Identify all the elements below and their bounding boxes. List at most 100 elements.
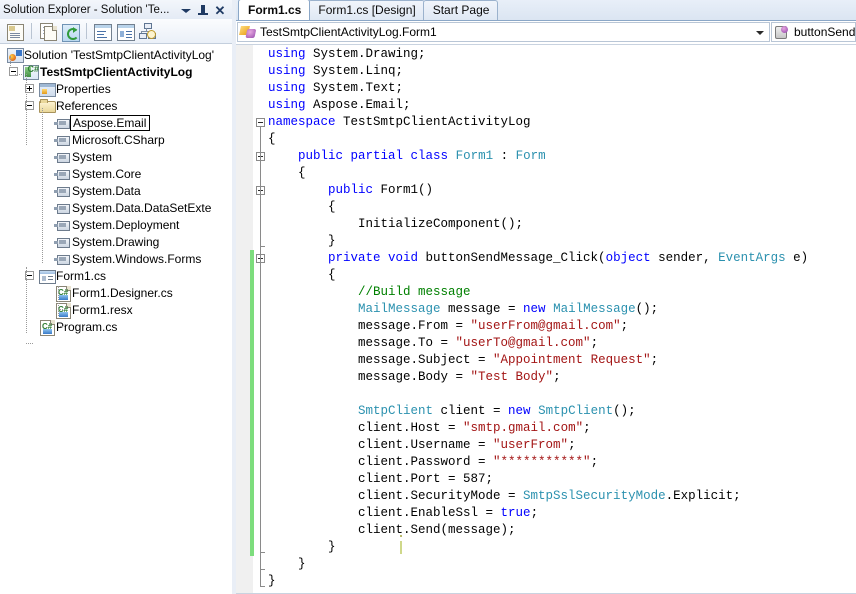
caret-artifact — [400, 535, 402, 537]
solution-explorer-titlebar: Solution Explorer - Solution 'Te... ✕ — [0, 0, 232, 19]
tree-item-label: Solution 'TestSmtpClientActivityLog' — [24, 47, 215, 62]
tree-item[interactable]: System.Core — [0, 165, 232, 182]
object-browser-button[interactable] — [137, 21, 159, 42]
code-token: client.Port = 587; — [268, 472, 494, 486]
toolbar-separator — [86, 23, 87, 39]
tree-item-label: System.Core — [72, 166, 142, 181]
view-code-icon — [94, 23, 112, 41]
tree-item[interactable]: System.Windows.Forms — [0, 250, 232, 267]
tree-item-label: System.Deployment — [72, 217, 180, 232]
code-line: using System.Drawing; — [268, 46, 856, 63]
code-token: new — [523, 302, 546, 316]
tree-item[interactable]: C# TestSmtpClientActivityLog — [0, 63, 232, 80]
view-code-button[interactable] — [91, 21, 113, 42]
chevron-down-icon[interactable] — [756, 31, 764, 35]
code-token: System.Text; — [305, 81, 404, 95]
editor-tab[interactable]: Form1.cs — [238, 0, 311, 20]
code-line: SmtpClient client = new SmtpClient(); — [268, 403, 856, 420]
tree-item[interactable]: Properties — [0, 80, 232, 97]
member-dropdown[interactable]: buttonSendMe — [771, 22, 856, 42]
code-token: EventArgs — [718, 251, 786, 265]
code-line: } — [268, 556, 856, 573]
editor-tab[interactable]: Form1.cs [Design] — [308, 0, 425, 20]
close-icon[interactable]: ✕ — [214, 4, 226, 17]
code-token: ; — [553, 370, 561, 384]
tree-connector — [26, 343, 33, 345]
refresh-button[interactable] — [59, 21, 81, 42]
tree-item-label: System.Data — [72, 183, 141, 198]
code-token: client.SecurityMode = — [268, 489, 524, 503]
code-token: ; — [530, 506, 539, 520]
tree-item[interactable]: System.Data — [0, 182, 232, 199]
tree-item[interactable]: System.Drawing — [0, 233, 232, 250]
tree-item[interactable]: C# Program.cs — [0, 318, 232, 336]
code-text-surface[interactable]: using System.Drawing; using System.Linq; u… — [268, 45, 856, 594]
code-line: client.Port = 587; — [268, 471, 856, 488]
outlining-margin[interactable] — [254, 45, 268, 594]
tree-item[interactable]: Solution 'TestSmtpClientActivityLog' — [0, 46, 232, 63]
tree-item-label: Aspose.Email — [70, 114, 151, 131]
code-token: } — [268, 557, 306, 571]
pin-icon[interactable] — [197, 4, 209, 17]
csharp-file-icon: C# — [54, 285, 72, 302]
region-guide-line — [260, 195, 261, 246]
code-token: ; — [568, 438, 576, 452]
code-line: using System.Linq; — [268, 63, 856, 80]
code-token: (); — [613, 404, 636, 418]
code-token: ; — [590, 455, 599, 469]
caret-down-icon[interactable] — [180, 4, 192, 17]
references-folder-icon — [38, 98, 56, 114]
code-token: "userFrom" — [493, 438, 569, 452]
code-token: } — [268, 540, 336, 554]
code-line: client.Send(message); — [268, 522, 856, 539]
code-token: SmtpSslSecurityMode — [523, 489, 666, 503]
tree-item[interactable]: C# Form1.Designer.cs — [0, 284, 232, 302]
solution-tree[interactable]: Solution 'TestSmtpClientActivityLog' C# Te… — [0, 44, 232, 594]
code-token: SmtpClient — [358, 404, 434, 418]
collapse-region-icon[interactable] — [256, 118, 265, 127]
tree-item[interactable]: C# Form1.resx — [0, 301, 232, 319]
code-token: } — [268, 574, 276, 588]
code-line: { — [268, 165, 856, 182]
code-line: } — [268, 233, 856, 250]
code-token: InitializeComponent(); — [268, 217, 524, 231]
show-all-files-button[interactable] — [36, 21, 58, 42]
code-token: client.Send(message); — [268, 523, 516, 537]
project-csharp-icon: C# — [22, 64, 40, 80]
code-token: System.Drawing; — [305, 47, 426, 61]
tree-item[interactable]: Form1.cs — [0, 267, 232, 284]
code-token: public partial class — [298, 149, 449, 163]
code-line: //Build message — [268, 284, 856, 301]
code-token: client.Host = — [268, 421, 464, 435]
code-line: client.Username = "userFrom"; — [268, 437, 856, 454]
tree-item[interactable]: Microsoft.CSharp — [0, 131, 232, 148]
tree-item[interactable]: Aspose.Email — [0, 114, 232, 131]
tree-item-label: Program.cs — [56, 319, 118, 334]
code-line: namespace TestSmtpClientActivityLog — [268, 114, 856, 131]
code-editor[interactable]: using System.Drawing; using System.Linq; u… — [236, 45, 856, 594]
code-token: client.EnableSsl = — [268, 506, 501, 520]
code-token: System.Linq; — [305, 64, 404, 78]
type-dropdown[interactable]: TestSmtpClientActivityLog.Form1 — [237, 22, 770, 42]
tree-connector — [58, 286, 60, 316]
reference-icon — [54, 132, 72, 148]
tree-item[interactable]: System.Deployment — [0, 216, 232, 233]
code-token: "Appointment Request" — [493, 353, 651, 367]
code-token: ; — [590, 336, 599, 350]
tree-item[interactable]: System.Data.DataSetExte — [0, 199, 232, 216]
tree-item[interactable]: System — [0, 148, 232, 165]
tree-item[interactable]: References — [0, 97, 232, 114]
properties-button[interactable] — [4, 21, 26, 42]
code-token: using — [268, 64, 306, 78]
reference-icon — [54, 217, 72, 233]
code-token: SmtpClient — [538, 404, 614, 418]
code-line: private void buttonSendMessage_Click(obj… — [268, 250, 856, 267]
view-designer-button[interactable] — [114, 21, 136, 42]
editor-tab[interactable]: Start Page — [422, 0, 499, 20]
